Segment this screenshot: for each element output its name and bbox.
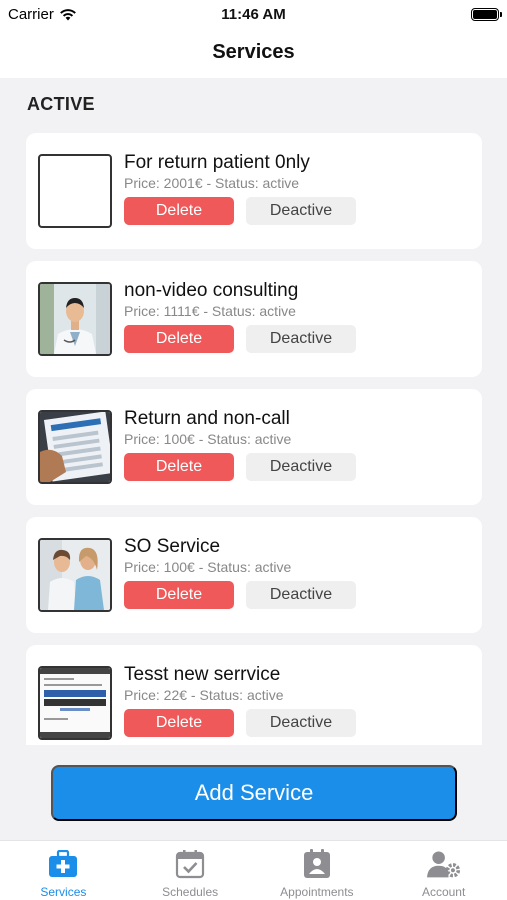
service-card[interactable]: SO Service Price: 100€ - Status: active … [26, 517, 482, 633]
tab-schedules[interactable]: Schedules [127, 841, 254, 900]
navigation-bar: Services [0, 30, 507, 78]
tab-bar: Services Schedules Appointments Account [0, 840, 507, 900]
service-card[interactable]: Return and non-call Price: 100€ - Status… [26, 389, 482, 505]
clock: 11:46 AM [221, 6, 286, 23]
service-title: non-video consulting [124, 280, 299, 301]
section-header-active: ACTIVE [27, 94, 95, 114]
delete-button[interactable]: Delete [124, 197, 234, 225]
battery-icon [471, 8, 502, 21]
service-card[interactable]: For return patient 0nly Price: 2001€ - S… [26, 133, 482, 249]
tab-label: Schedules [162, 885, 219, 899]
tab-account[interactable]: Account [380, 841, 507, 900]
deactive-button[interactable]: Deactive [246, 325, 356, 353]
deactive-button[interactable]: Deactive [246, 197, 356, 225]
service-price-status: Price: 1111€ - Status: active [124, 303, 296, 319]
service-price-status: Price: 22€ - Status: active [124, 687, 284, 703]
service-title: For return patient 0nly [124, 152, 310, 173]
user-settings-icon [426, 847, 461, 881]
deactive-button[interactable]: Deactive [246, 453, 356, 481]
delete-button[interactable]: Delete [124, 325, 234, 353]
delete-button[interactable]: Delete [124, 709, 234, 737]
deactive-button[interactable]: Deactive [246, 581, 356, 609]
tab-label: Services [40, 885, 87, 899]
page-title: Services [212, 41, 295, 63]
service-title: Return and non-call [124, 408, 290, 429]
medical-kit-icon [46, 847, 80, 881]
service-thumbnail-blank [38, 154, 112, 228]
add-service-button[interactable]: Add Service [51, 765, 457, 821]
tab-services[interactable]: Services [0, 841, 127, 900]
service-thumbnail-doctor [38, 282, 112, 356]
service-title: SO Service [124, 536, 221, 557]
status-bar: Carrier 11:46 AM [0, 0, 507, 30]
appointment-badge-icon [300, 847, 334, 881]
deactive-button[interactable]: Deactive [246, 709, 356, 737]
calendar-check-icon [173, 847, 207, 881]
service-list[interactable]: For return patient 0nly Price: 2001€ - S… [0, 120, 507, 745]
service-thumbnail-consultation [38, 538, 112, 612]
service-price-status: Price: 100€ - Status: active [124, 431, 292, 447]
tab-appointments[interactable]: Appointments [254, 841, 381, 900]
tab-label: Appointments [280, 885, 354, 899]
service-price-status: Price: 100€ - Status: active [124, 559, 292, 575]
tab-label: Account [421, 885, 466, 899]
delete-button[interactable]: Delete [124, 453, 234, 481]
service-price-status: Price: 2001€ - Status: active [124, 175, 300, 191]
service-title: Tesst new serrvice [124, 664, 281, 685]
delete-button[interactable]: Delete [124, 581, 234, 609]
service-card[interactable]: non-video consulting Price: 1111€ - Stat… [26, 261, 482, 377]
service-thumbnail-tablet [38, 410, 112, 484]
service-card[interactable]: Tesst new serrvice Price: 22€ - Status: … [26, 645, 482, 745]
service-thumbnail-screenshot [38, 666, 112, 740]
